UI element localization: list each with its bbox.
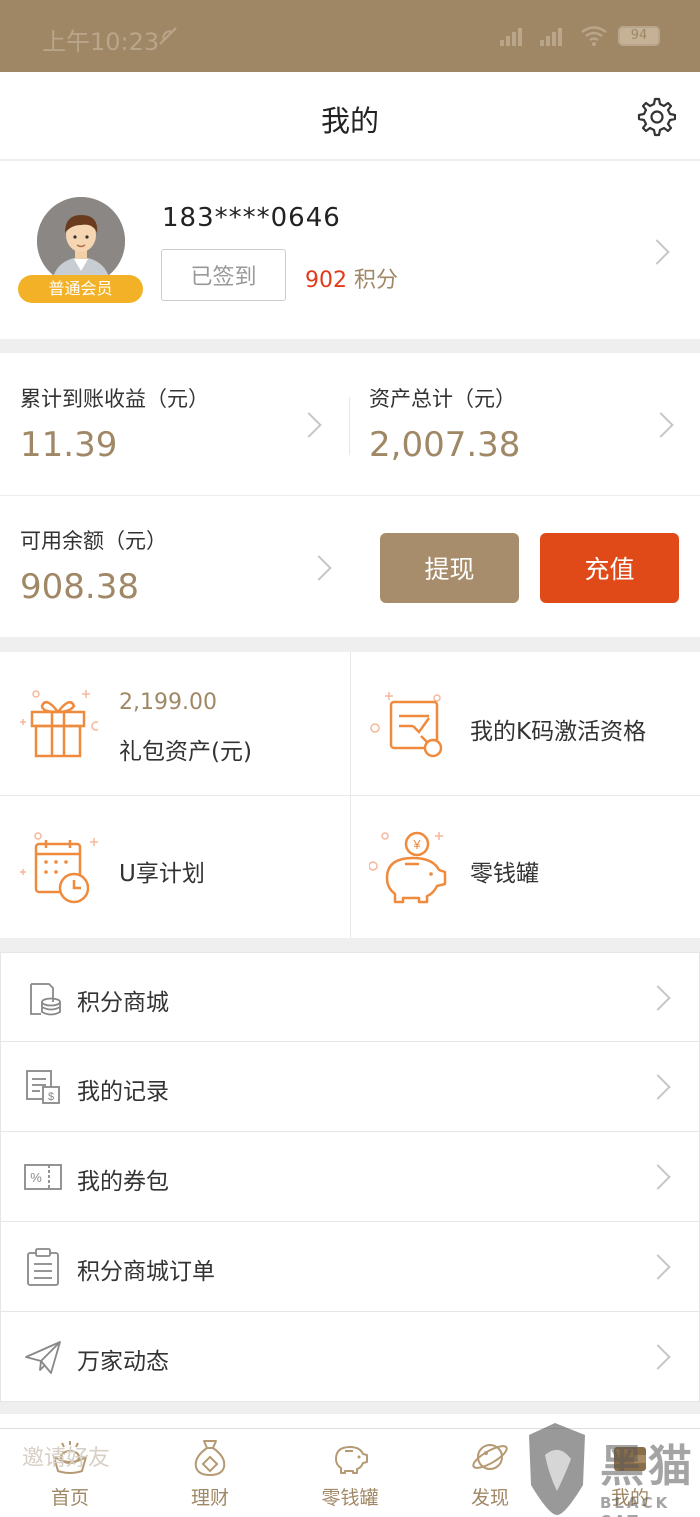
battery-indicator: 94	[618, 26, 660, 46]
u-plan-label: U享计划	[119, 861, 205, 887]
clipboard-icon	[27, 1248, 59, 1286]
paper-plane-icon	[25, 1341, 61, 1374]
withdraw-button[interactable]: 提现	[380, 533, 519, 603]
tab-piggy-bank[interactable]: 零钱罐	[300, 1437, 400, 1510]
user-phone: 183****0646	[162, 203, 341, 233]
avatar-illustration	[37, 197, 125, 285]
svg-text:%: %	[30, 1170, 42, 1185]
nav-bar: 我的	[0, 72, 700, 160]
menu-item-news[interactable]: 万家动态	[0, 1312, 700, 1402]
signal-hd-icon	[540, 28, 562, 46]
mute-icon	[159, 27, 177, 45]
assets-panel: 累计到账收益（元） 11.39 资产总计（元） 2,007.38 可用余额（元）…	[0, 353, 700, 637]
planet-icon	[472, 1444, 508, 1470]
menu-item-label: 积分商城	[77, 990, 169, 1016]
signal-icon	[500, 28, 522, 46]
total-assets-value: 2,007.38	[369, 425, 521, 465]
points-unit: 积分	[354, 268, 399, 293]
tab-finance[interactable]: 理财	[160, 1437, 260, 1510]
menu-item-points-orders[interactable]: 积分商城订单	[0, 1222, 700, 1312]
piggy-bank-label: 零钱罐	[470, 861, 539, 887]
piggy-bank-cell[interactable]: ¥ 零钱罐	[350, 795, 700, 938]
cumulative-earnings-label: 累计到账收益（元）	[20, 387, 209, 411]
money-bag-icon	[194, 1440, 226, 1477]
coins-icon	[30, 983, 61, 1016]
kcode-cell[interactable]: 我的K码激活资格	[350, 652, 700, 795]
status-time: 上午10:23	[42, 28, 160, 56]
chevron-right-icon	[296, 412, 322, 438]
points-value: 902	[305, 268, 347, 293]
recharge-button[interactable]: 充值	[540, 533, 679, 603]
tab-label: 理财	[190, 1487, 229, 1509]
gear-icon[interactable]	[634, 96, 676, 138]
gift-assets-label: 礼包资产(元)	[119, 739, 252, 765]
u-plan-cell[interactable]: U享计划	[0, 795, 350, 938]
menu-item-label: 积分商城订单	[77, 1259, 215, 1285]
kcode-label: 我的K码激活资格	[470, 719, 647, 745]
signin-button[interactable]: 已签到	[161, 249, 286, 301]
gift-icon	[20, 690, 98, 758]
member-badge: 普通会员	[18, 275, 143, 303]
chevron-right-icon	[644, 239, 670, 265]
menu-list: 积分商城 $ 我的记录 % 我的券包 积分商城订单 万家动态	[0, 952, 700, 1402]
tab-label: 首页	[50, 1487, 89, 1509]
menu-item-my-records[interactable]: $ 我的记录	[0, 1042, 700, 1132]
menu-item-points-mall[interactable]: 积分商城	[0, 952, 700, 1042]
available-balance-label: 可用余额（元）	[20, 529, 167, 553]
gift-assets-cell[interactable]: 2,199.00 礼包资产(元)	[0, 652, 350, 795]
piggy-bank-icon: ¥	[369, 831, 447, 904]
svg-text:¥: ¥	[412, 837, 421, 852]
feature-grid: 2,199.00 礼包资产(元) 我的K码激活资格 U享计划 ¥ 零钱罐	[0, 652, 700, 938]
records-icon: $	[26, 1070, 60, 1104]
profile-card[interactable]: 普通会员 183****0646 已签到 902 积分	[0, 161, 700, 339]
gift-assets-amount: 2,199.00	[119, 690, 217, 715]
invite-friends-ghost-label: 邀请好友	[22, 1446, 111, 1471]
avatar[interactable]	[37, 197, 125, 285]
cumulative-earnings-value: 11.39	[20, 425, 118, 465]
page-title: 我的	[320, 104, 379, 138]
divider	[0, 495, 700, 496]
chevron-right-icon	[645, 985, 671, 1011]
available-balance-value: 908.38	[20, 567, 139, 607]
total-assets-label: 资产总计（元）	[369, 387, 516, 411]
points-display[interactable]: 902 积分	[305, 262, 398, 294]
coupon-icon: %	[24, 1164, 62, 1190]
watermark-subtext: BLACK CAT	[600, 1494, 671, 1517]
chevron-right-icon	[645, 1164, 671, 1190]
menu-item-label: 我的券包	[77, 1169, 169, 1195]
chevron-right-icon	[645, 1074, 671, 1100]
chevron-right-icon	[306, 555, 332, 581]
chevron-right-icon	[645, 1254, 671, 1280]
chevron-right-icon	[648, 412, 674, 438]
menu-item-label: 万家动态	[77, 1349, 169, 1375]
tab-label: 零钱罐	[321, 1487, 379, 1509]
svg-text:$: $	[48, 1091, 54, 1103]
watermark-text: 黑猫	[600, 1441, 696, 1492]
status-bar: 上午10:23 94	[0, 0, 700, 72]
wifi-icon	[581, 26, 607, 46]
piggy-bank-icon	[335, 1446, 368, 1474]
chevron-right-icon	[645, 1344, 671, 1370]
kcode-certificate-icon	[370, 692, 443, 758]
divider	[349, 397, 350, 455]
menu-item-coupons[interactable]: % 我的券包	[0, 1132, 700, 1222]
menu-item-label: 我的记录	[77, 1079, 169, 1105]
calendar-clock-icon	[20, 832, 98, 904]
